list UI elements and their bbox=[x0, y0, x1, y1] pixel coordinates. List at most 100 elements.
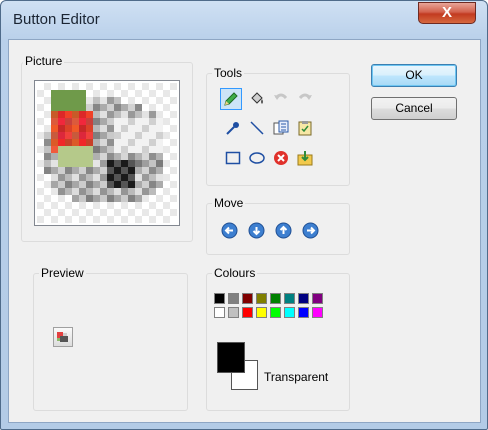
pixel-cell[interactable] bbox=[79, 160, 86, 167]
pixel-cell[interactable] bbox=[58, 132, 65, 139]
pixel-cell[interactable] bbox=[79, 181, 86, 188]
pixel-cell[interactable] bbox=[121, 174, 128, 181]
pixel-cell[interactable] bbox=[58, 216, 65, 223]
pixel-cell[interactable] bbox=[107, 90, 114, 97]
pixel-cell[interactable] bbox=[121, 125, 128, 132]
pixel-cell[interactable] bbox=[107, 118, 114, 125]
pixel-cell[interactable] bbox=[128, 104, 135, 111]
pixel-cell[interactable] bbox=[121, 97, 128, 104]
pixel-cell[interactable] bbox=[44, 118, 51, 125]
pixel-cell[interactable] bbox=[72, 181, 79, 188]
pixel-cell[interactable] bbox=[170, 195, 177, 202]
pixel-cell[interactable] bbox=[58, 104, 65, 111]
pixel-cell[interactable] bbox=[107, 146, 114, 153]
pixel-cell[interactable] bbox=[128, 153, 135, 160]
pixel-cell[interactable] bbox=[142, 83, 149, 90]
pixel-cell[interactable] bbox=[114, 174, 121, 181]
colour-swatch[interactable] bbox=[270, 307, 281, 318]
pixel-cell[interactable] bbox=[37, 167, 44, 174]
pixel-cell[interactable] bbox=[100, 146, 107, 153]
pixel-cell[interactable] bbox=[149, 209, 156, 216]
pixel-cell[interactable] bbox=[86, 167, 93, 174]
pixel-cell[interactable] bbox=[128, 125, 135, 132]
pixel-cell[interactable] bbox=[65, 125, 72, 132]
pixel-cell[interactable] bbox=[86, 202, 93, 209]
foreground-colour-swatch[interactable] bbox=[217, 342, 245, 373]
pixel-cell[interactable] bbox=[107, 195, 114, 202]
pixel-cell[interactable] bbox=[128, 118, 135, 125]
pixel-cell[interactable] bbox=[86, 181, 93, 188]
pixel-cell[interactable] bbox=[72, 167, 79, 174]
pixel-cell[interactable] bbox=[156, 125, 163, 132]
pixel-cell[interactable] bbox=[100, 118, 107, 125]
colour-swatch[interactable] bbox=[228, 307, 239, 318]
pixel-cell[interactable] bbox=[100, 202, 107, 209]
pixel-cell[interactable] bbox=[37, 139, 44, 146]
pixel-cell[interactable] bbox=[156, 174, 163, 181]
pixel-cell[interactable] bbox=[135, 153, 142, 160]
pixel-cell[interactable] bbox=[51, 111, 58, 118]
pixel-cell[interactable] bbox=[170, 202, 177, 209]
pixel-cell[interactable] bbox=[142, 167, 149, 174]
pixel-cell[interactable] bbox=[51, 188, 58, 195]
pixel-cell[interactable] bbox=[72, 153, 79, 160]
pixel-cell[interactable] bbox=[156, 111, 163, 118]
pixel-cell[interactable] bbox=[72, 139, 79, 146]
pixel-cell[interactable] bbox=[121, 139, 128, 146]
pixel-cell[interactable] bbox=[156, 181, 163, 188]
transparent-label[interactable]: Transparent bbox=[264, 370, 328, 384]
colour-swatch[interactable] bbox=[298, 293, 309, 304]
pixel-cell[interactable] bbox=[51, 104, 58, 111]
pixel-cell[interactable] bbox=[37, 209, 44, 216]
pixel-cell[interactable] bbox=[65, 160, 72, 167]
colour-swatch[interactable] bbox=[242, 307, 253, 318]
picture-canvas[interactable] bbox=[34, 80, 180, 226]
pixel-cell[interactable] bbox=[170, 139, 177, 146]
pixel-cell[interactable] bbox=[163, 202, 170, 209]
pixel-cell[interactable] bbox=[121, 90, 128, 97]
pixel-cell[interactable] bbox=[58, 202, 65, 209]
pixel-cell[interactable] bbox=[128, 160, 135, 167]
pixel-cell[interactable] bbox=[65, 209, 72, 216]
pixel-cell[interactable] bbox=[58, 188, 65, 195]
pixel-cell[interactable] bbox=[93, 153, 100, 160]
pixel-cell[interactable] bbox=[128, 132, 135, 139]
pixel-cell[interactable] bbox=[142, 90, 149, 97]
pixel-cell[interactable] bbox=[149, 125, 156, 132]
pixel-cell[interactable] bbox=[93, 132, 100, 139]
pixel-cell[interactable] bbox=[93, 174, 100, 181]
pixel-cell[interactable] bbox=[163, 160, 170, 167]
pixel-cell[interactable] bbox=[163, 90, 170, 97]
pixel-cell[interactable] bbox=[149, 160, 156, 167]
undo-tool[interactable] bbox=[271, 88, 293, 110]
pixel-cell[interactable] bbox=[86, 146, 93, 153]
colour-swatch[interactable] bbox=[284, 293, 295, 304]
pixel-cell[interactable] bbox=[135, 132, 142, 139]
pixel-cell[interactable] bbox=[163, 97, 170, 104]
pixel-cell[interactable] bbox=[58, 209, 65, 216]
pixel-cell[interactable] bbox=[93, 104, 100, 111]
pixel-cell[interactable] bbox=[142, 146, 149, 153]
pixel-cell[interactable] bbox=[72, 97, 79, 104]
pixel-cell[interactable] bbox=[44, 153, 51, 160]
pixel-cell[interactable] bbox=[156, 104, 163, 111]
pixel-cell[interactable] bbox=[58, 160, 65, 167]
pencil-tool[interactable] bbox=[220, 88, 242, 110]
colour-swatch[interactable] bbox=[270, 293, 281, 304]
pixel-cell[interactable] bbox=[65, 195, 72, 202]
pixel-cell[interactable] bbox=[51, 132, 58, 139]
pixel-cell[interactable] bbox=[121, 209, 128, 216]
pixel-cell[interactable] bbox=[107, 188, 114, 195]
pixel-cell[interactable] bbox=[121, 160, 128, 167]
pixel-cell[interactable] bbox=[37, 83, 44, 90]
pixel-cell[interactable] bbox=[100, 97, 107, 104]
pixel-cell[interactable] bbox=[135, 209, 142, 216]
pixel-cell[interactable] bbox=[142, 195, 149, 202]
pixel-cell[interactable] bbox=[107, 216, 114, 223]
pixel-cell[interactable] bbox=[65, 167, 72, 174]
pixel-cell[interactable] bbox=[156, 90, 163, 97]
pixel-cell[interactable] bbox=[170, 97, 177, 104]
pixel-cell[interactable] bbox=[100, 174, 107, 181]
pixel-cell[interactable] bbox=[156, 216, 163, 223]
pixel-cell[interactable] bbox=[51, 139, 58, 146]
